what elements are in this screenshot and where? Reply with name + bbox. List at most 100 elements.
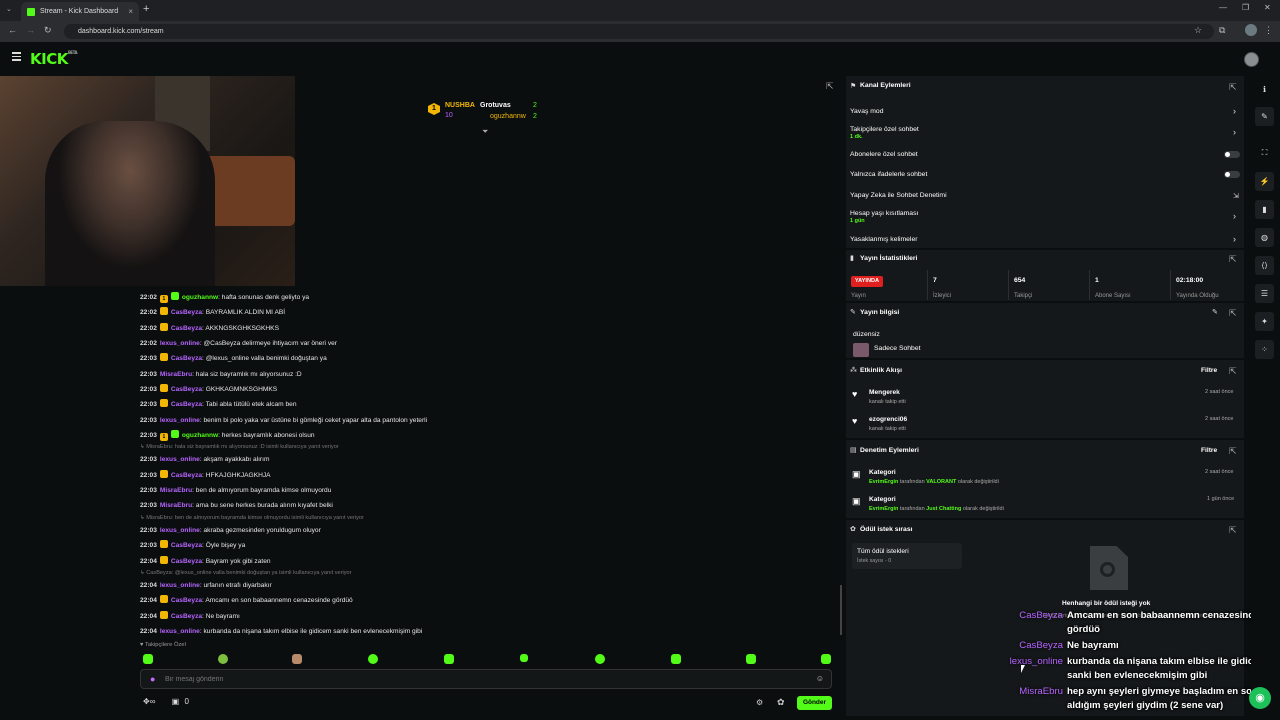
message-username[interactable]: CasBeyza (171, 355, 202, 362)
chevron-right-icon[interactable]: › (1233, 234, 1236, 244)
chat-fab-icon[interactable]: ◉ (1249, 687, 1271, 709)
forward-icon[interactable]: → (26, 25, 35, 35)
emoji-icon[interactable]: ☺ (816, 674, 824, 683)
menu-icon[interactable] (12, 52, 21, 61)
popout-icon[interactable]: ⇱ (1229, 446, 1237, 457)
activity-user[interactable]: Mengerek (869, 389, 900, 396)
message-username[interactable]: oguzhannw (182, 432, 218, 439)
emote-icon[interactable] (292, 654, 302, 664)
subscribers-only-toggle[interactable] (1224, 151, 1240, 158)
tab-close-icon[interactable]: × (128, 7, 133, 16)
emote-icon[interactable] (595, 654, 605, 664)
message-username[interactable]: lexus_online (160, 628, 200, 635)
message-username[interactable]: CasBeyza (171, 401, 202, 408)
code-icon[interactable]: ⟨⟩ (1255, 256, 1274, 275)
back-icon[interactable]: ← (8, 25, 17, 35)
emote-icon[interactable] (143, 654, 153, 664)
external-link-icon[interactable]: ⇲ (1233, 192, 1239, 200)
message-username[interactable]: lexus_online (160, 417, 200, 424)
message-username[interactable]: CasBeyza (171, 309, 202, 316)
emote-icon[interactable] (218, 654, 228, 664)
chat-message: 22:03 CasBeyza: @lexus_online valla benim… (140, 351, 830, 366)
slow-mode-label[interactable]: Yavaş mod (850, 108, 884, 115)
bookmark-icon[interactable]: ▮ (1255, 200, 1274, 219)
emote-icon[interactable] (746, 654, 756, 664)
emote-icon[interactable] (671, 654, 681, 664)
account-age-label[interactable]: Hesap yaşı kısıtlaması (850, 210, 918, 217)
chat-scrollbar[interactable] (840, 585, 842, 635)
popout-icon[interactable]: ⇱ (826, 81, 834, 92)
user-avatar[interactable] (1244, 52, 1259, 67)
message-username[interactable]: CasBeyza (171, 325, 202, 332)
message-username[interactable]: lexus_online (160, 582, 200, 589)
message-username[interactable]: lexus_online (160, 456, 200, 463)
kick-logo[interactable]: KICKBETA (30, 50, 78, 68)
popout-icon[interactable]: ⇱ (1229, 254, 1237, 265)
expand-down-icon[interactable]: ⏷ (482, 127, 488, 137)
info-icon[interactable]: ℹ (1255, 80, 1274, 99)
activity-filter-button[interactable]: Filtre (1201, 367, 1217, 374)
new-tab-button[interactable]: + (143, 3, 149, 15)
popout-icon[interactable]: ⇱ (1229, 525, 1237, 536)
pen-icon[interactable]: ✎ (1255, 107, 1274, 126)
url-field[interactable]: dashboard.kick.com/stream (64, 24, 1214, 39)
emote-icon[interactable] (368, 654, 378, 664)
bookmark-star-icon[interactable]: ☆ (1194, 25, 1202, 36)
maximize-icon[interactable]: ❐ (1242, 3, 1249, 12)
browser-tab[interactable]: Stream - Kick Dashboard × (21, 2, 139, 21)
message-username[interactable]: CasBeyza (171, 597, 202, 604)
message-username[interactable]: CasBeyza (171, 558, 202, 565)
chat-settings-icon[interactable]: ⚙ (756, 698, 763, 707)
prediction-left-count: 10 (445, 112, 453, 119)
send-button[interactable]: Gönder (797, 696, 832, 710)
wrench-icon[interactable]: ✦ (1255, 312, 1274, 331)
followers-only-chat-label[interactable]: Takipçilere özel sohbet (850, 126, 919, 133)
emote-icon[interactable] (821, 654, 831, 664)
stream-title-value: düzensiz (853, 331, 880, 338)
message-username[interactable]: MisraEbru (160, 502, 192, 509)
chevron-right-icon[interactable]: › (1233, 211, 1236, 221)
popout-icon[interactable]: ⇱ (1229, 308, 1237, 319)
chevron-right-icon[interactable]: › (1233, 127, 1236, 137)
minimize-icon[interactable]: — (1219, 3, 1227, 12)
message-username[interactable]: oguzhannw (182, 294, 218, 301)
ai-moderation-label[interactable]: Yapay Zeka ile Sohbet Denetimi (850, 192, 947, 199)
address-bar: ← → ↻ dashboard.kick.com/stream ☆ ⧉ ⋮ (0, 21, 1280, 42)
mod-filter-button[interactable]: Filtre (1201, 447, 1217, 454)
message-username[interactable]: CasBeyza (171, 472, 202, 479)
banned-words-label[interactable]: Yasaklanmış kelimeler (850, 236, 918, 243)
activity-user[interactable]: ezogrenci06 (869, 416, 907, 423)
message-username[interactable]: lexus_online (160, 527, 200, 534)
message-username[interactable]: MisraEbru (160, 487, 192, 494)
microphone-icon[interactable]: ● (150, 674, 155, 684)
message-username[interactable]: MisraEbru (160, 371, 192, 378)
popout-icon[interactable]: ⇱ (1229, 366, 1237, 377)
emote-icon[interactable] (444, 654, 454, 664)
extensions-icon[interactable]: ⧉ (1219, 25, 1225, 36)
emote-icon[interactable] (520, 654, 528, 662)
message-username[interactable]: CasBeyza (171, 542, 202, 549)
layout-icon[interactable]: ☰ (1255, 284, 1274, 303)
bolt-icon[interactable]: ⚡ (1255, 172, 1274, 191)
window-close-icon[interactable]: ✕ (1264, 3, 1271, 12)
popout-icon[interactable]: ⇱ (1229, 82, 1237, 93)
gift-counter-icon[interactable]: ▣ (172, 697, 180, 706)
message-username[interactable]: CasBeyza (171, 386, 202, 393)
share-icon[interactable]: ⁘ (1255, 340, 1274, 359)
all-rewards-card[interactable]: Tüm ödül istekleri İstek sayısı - 0 (852, 543, 962, 569)
chat-message: 22:03 1 oguzhannw: herkes bayramlık abones… (140, 428, 830, 443)
expand-icon[interactable]: ⛶ (1255, 143, 1274, 162)
browser-profile-avatar[interactable] (1245, 24, 1257, 36)
chat-input[interactable] (165, 673, 805, 686)
points-icon[interactable]: ✥∞ (143, 697, 155, 706)
tab-list-icon[interactable]: ⌄ (6, 5, 12, 13)
rewards-icon[interactable]: ✿ (777, 697, 785, 708)
edit-icon[interactable]: ✎ (1212, 308, 1218, 316)
message-username[interactable]: lexus_online (160, 340, 200, 347)
browser-menu-icon[interactable]: ⋮ (1264, 25, 1273, 36)
chevron-right-icon[interactable]: › (1233, 106, 1236, 116)
emotes-only-toggle[interactable] (1224, 171, 1240, 178)
chat-bubble-icon[interactable]: ◍ (1255, 228, 1274, 247)
reload-icon[interactable]: ↻ (44, 25, 52, 36)
message-username[interactable]: CasBeyza (171, 613, 202, 620)
